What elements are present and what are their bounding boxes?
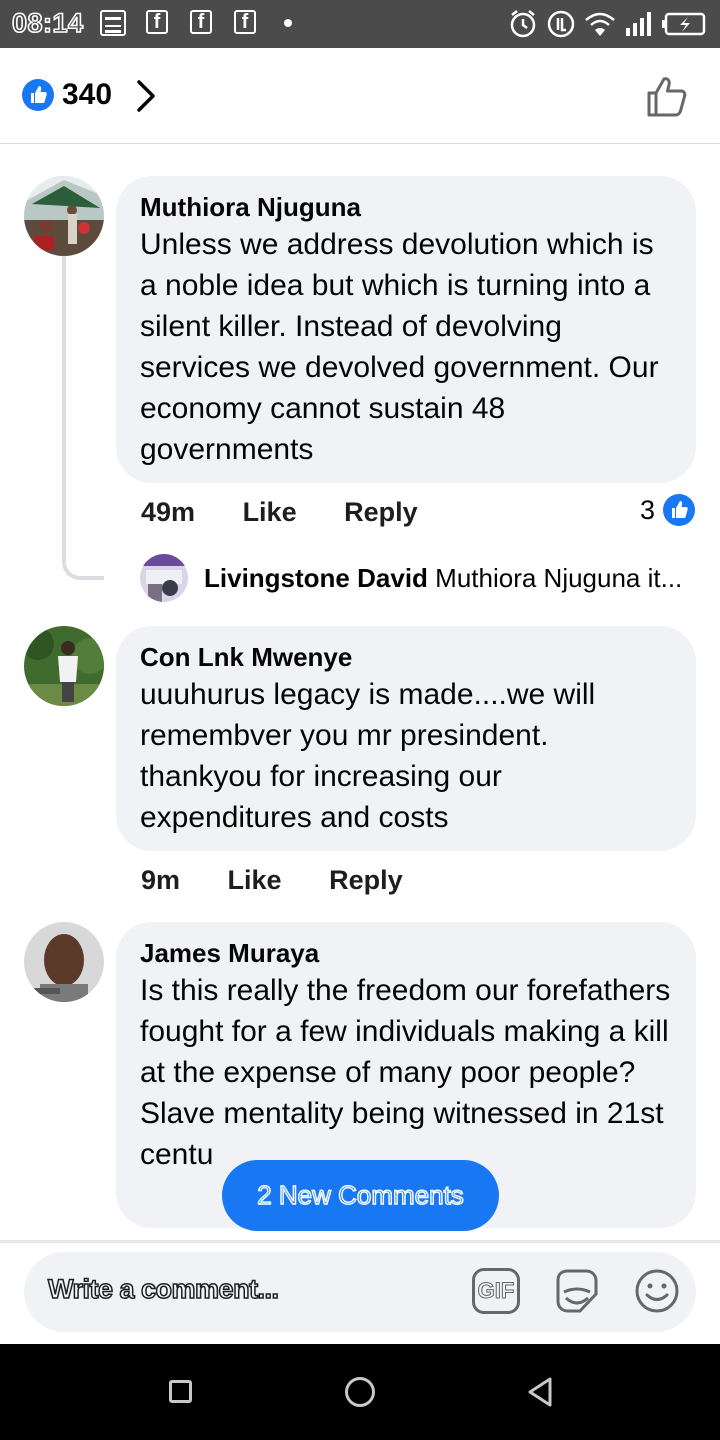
avatar[interactable] [24, 922, 104, 1002]
comment-author[interactable]: Muthiora Njuguna [140, 190, 672, 224]
like-reaction-icon [663, 494, 696, 526]
like-reaction-icon [22, 79, 54, 111]
facebook-notification-icon: f [146, 10, 168, 34]
back-icon[interactable] [526, 1376, 554, 1408]
notification-doc-icon [100, 10, 126, 36]
wifi-icon [585, 12, 615, 36]
composer-divider [0, 1240, 720, 1243]
reply-button[interactable]: Reply [329, 865, 403, 895]
status-time: 08:14 [11, 7, 84, 39]
facebook-notification-icon: f [190, 10, 212, 34]
like-outline-icon[interactable] [644, 74, 690, 120]
signal-icon [626, 12, 651, 36]
comment-time: 9m [141, 865, 181, 895]
comment-bubble[interactable]: Muthiora Njuguna Unless we address devol… [116, 176, 696, 483]
comment-text: Is this really the freedom our forefathe… [140, 974, 671, 1171]
chevron-right-icon[interactable] [134, 78, 158, 114]
reaction-count[interactable]: 340 [62, 78, 112, 112]
comment-actions: 49m Like Reply [141, 497, 458, 528]
more-notifications-dot [284, 19, 292, 27]
gif-button[interactable]: GIF [472, 1268, 520, 1314]
reply-author[interactable]: Livingstone David [204, 563, 428, 593]
volte-icon [547, 10, 575, 38]
comment-text: Unless we address devolution which is a … [140, 228, 659, 466]
like-button[interactable]: Like [243, 497, 297, 527]
comment-author[interactable]: James Muraya [140, 936, 672, 970]
reply-text: Muthiora Njuguna it... [435, 563, 683, 593]
comment-bubble[interactable]: Con Lnk Mwenye uuuhurus legacy is made..… [116, 626, 696, 851]
facebook-notification-icon: f [234, 10, 256, 34]
comment-reactions[interactable]: 3 [640, 494, 696, 526]
new-comments-button[interactable]: 2 New Comments [222, 1160, 499, 1231]
comment-author[interactable]: Con Lnk Mwenye [140, 640, 672, 674]
sticker-icon[interactable] [552, 1266, 602, 1316]
avatar[interactable] [140, 554, 188, 602]
emoji-icon[interactable] [632, 1266, 682, 1316]
battery-charging-icon [662, 12, 706, 36]
comment-time: 49m [141, 497, 196, 527]
reply-button[interactable]: Reply [344, 497, 418, 527]
reaction-count: 3 [640, 494, 656, 525]
system-icons [508, 8, 706, 40]
comment-actions: 9m Like Reply [141, 865, 443, 896]
alarm-icon [510, 10, 536, 38]
comment-input-placeholder[interactable]: Write a comment... [47, 1273, 280, 1305]
home-button[interactable] [345, 1377, 375, 1407]
avatar[interactable] [24, 176, 104, 256]
comment-text: uuuhurus legacy is made....we will remem… [140, 678, 596, 834]
reply-preview[interactable]: Livingstone David Muthiora Njuguna it... [204, 563, 682, 594]
like-button[interactable]: Like [228, 865, 282, 895]
comment-composer[interactable]: Write a comment... GIF [24, 1252, 696, 1332]
reply-thread-line [62, 256, 104, 580]
new-comments-label: 2 New Comments [256, 1179, 464, 1210]
avatar[interactable] [24, 626, 104, 706]
status-bar: 08:14 f f f [0, 0, 720, 48]
recent-apps-button[interactable] [169, 1380, 192, 1403]
